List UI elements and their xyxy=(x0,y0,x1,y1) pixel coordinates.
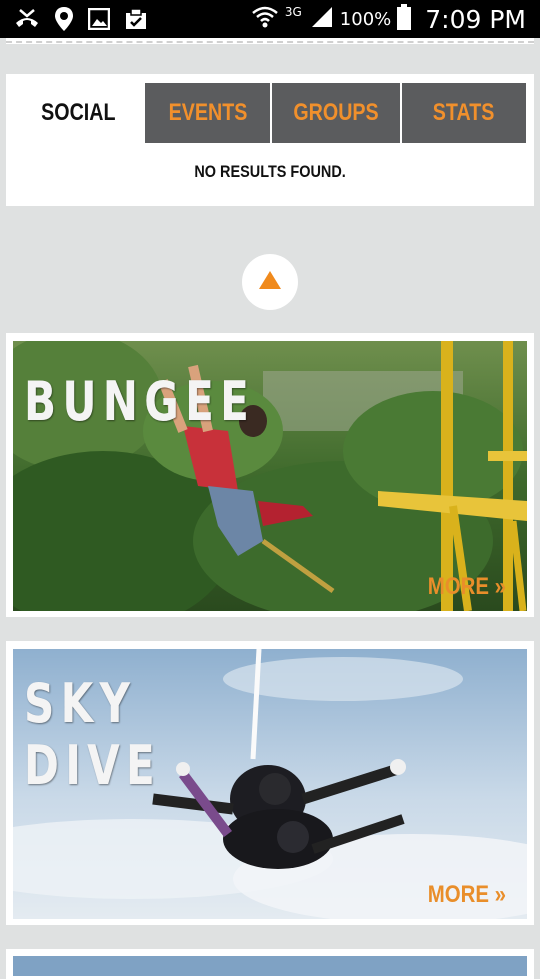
clipboard-icon xyxy=(124,7,148,31)
clock: 7:09 PM xyxy=(425,4,526,34)
more-link[interactable]: MORE » xyxy=(414,881,506,909)
tab-events[interactable]: EVENTS xyxy=(145,83,270,143)
tab-groups[interactable]: GROUPS xyxy=(272,83,400,143)
activity-title: BUNGEE xyxy=(24,370,256,433)
next-card-photo xyxy=(13,956,527,976)
tab-bar: SOCIAL EVENTS GROUPS STATS xyxy=(14,83,527,143)
battery-icon xyxy=(397,4,412,34)
empty-message: NO RESULTS FOUND. xyxy=(194,162,346,181)
status-bar: 3G 100% 7:09 PM xyxy=(0,0,540,38)
activity-card-bungee[interactable]: BUNGEE MORE » xyxy=(6,333,534,617)
up-arrow-icon xyxy=(257,269,283,295)
activity-card-next[interactable] xyxy=(6,949,534,979)
wifi-icon xyxy=(251,4,279,34)
tab-social[interactable]: SOCIAL xyxy=(14,83,144,143)
tab-stats[interactable]: STATS xyxy=(401,83,527,143)
location-pin-icon xyxy=(54,6,74,32)
network-type: 3G xyxy=(284,5,302,19)
previous-card-edge xyxy=(6,38,534,44)
missed-call-icon xyxy=(14,7,40,31)
scroll-up-button[interactable] xyxy=(242,254,298,310)
gallery-icon xyxy=(88,8,110,30)
activity-title: SKY DIVE xyxy=(24,672,161,797)
activity-card-sky-dive[interactable]: SKY DIVE MORE » xyxy=(6,641,534,925)
more-link[interactable]: MORE » xyxy=(414,573,506,601)
signal-icon xyxy=(310,5,334,33)
activity-tabs-card: SOCIAL EVENTS GROUPS STATS NO RESULTS FO… xyxy=(6,74,534,206)
battery-percent: 100% xyxy=(339,8,392,30)
